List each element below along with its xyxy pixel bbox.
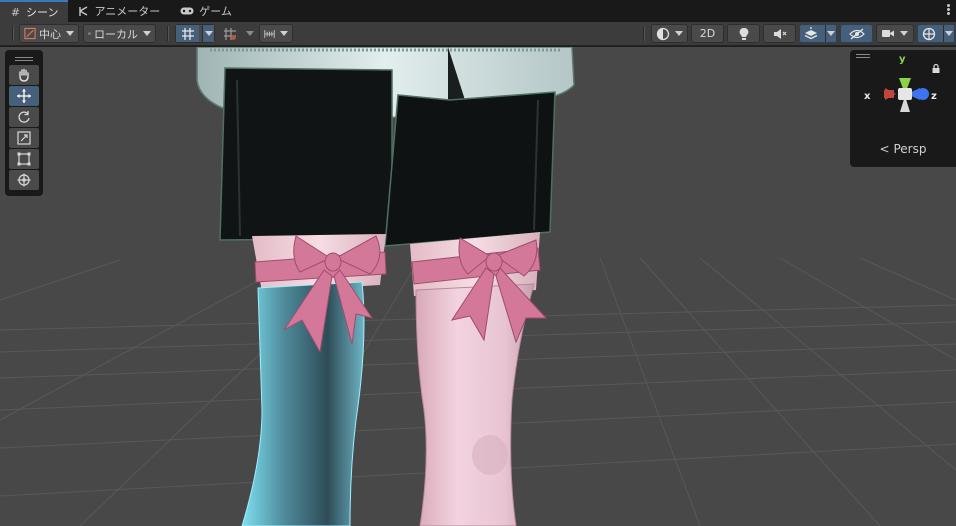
chevron-down-icon <box>675 31 683 36</box>
move-tool-button[interactable] <box>9 86 39 106</box>
toolbar-grip <box>167 26 169 41</box>
editor-tab-bar: # シーン アニメーター ゲーム <box>0 0 956 22</box>
grid-options-dropdown[interactable] <box>202 25 214 42</box>
axis-x-label: x <box>864 91 871 102</box>
scene-viewport[interactable]: y x z < Persp <box>0 47 956 526</box>
chevron-down-icon <box>143 31 151 36</box>
chevron-down-icon <box>945 31 953 36</box>
rect-transform-icon <box>17 152 31 166</box>
animator-icon <box>79 5 88 16</box>
speaker-muted-icon <box>773 28 786 39</box>
effects-dropdown[interactable] <box>825 25 836 42</box>
snap-increment-icon <box>224 27 236 40</box>
move-arrows-icon <box>17 89 31 103</box>
increment-snap-dropdown[interactable] <box>244 25 255 42</box>
shaded-sphere-icon <box>656 27 670 40</box>
tab-scene-label: シーン <box>26 6 59 19</box>
palette-handle[interactable] <box>9 54 39 64</box>
rotate-tool-button[interactable] <box>9 107 39 127</box>
tab-game-label: ゲーム <box>199 5 232 18</box>
effects-button[interactable] <box>799 24 837 43</box>
grid-toggle[interactable] <box>176 25 200 42</box>
transform-tool-button[interactable] <box>9 170 39 190</box>
perspective-icon: < <box>879 142 890 156</box>
gizmos-toggle[interactable] <box>918 25 940 42</box>
projection-toggle[interactable]: < Persp <box>850 142 956 156</box>
layers-effects-icon <box>804 27 818 40</box>
scale-tool-button[interactable] <box>9 128 39 148</box>
audio-toggle-button[interactable] <box>763 24 796 43</box>
scene-render[interactable] <box>0 47 956 526</box>
camera-icon <box>882 30 894 37</box>
grid-icon: # <box>10 5 21 19</box>
pivot-mode-dropdown[interactable]: 中心 <box>19 24 79 43</box>
tab-animator[interactable]: アニメーター <box>68 0 170 22</box>
axis-gizmo[interactable] <box>870 58 940 128</box>
tab-game[interactable]: ゲーム <box>170 0 242 22</box>
local-cube-icon <box>88 32 91 35</box>
effects-toggle[interactable] <box>800 25 822 42</box>
orientation-gizmo-panel: y x z < Persp <box>850 50 956 167</box>
tab-scene[interactable]: # シーン <box>0 0 69 22</box>
chevron-down-icon <box>66 31 74 36</box>
axis-z-label: z <box>931 91 937 102</box>
pivot-mode-label: 中心 <box>39 27 61 41</box>
grid-snapping-button[interactable] <box>175 24 215 43</box>
lighting-toggle-button[interactable] <box>727 24 760 43</box>
hand-icon <box>19 68 29 82</box>
2d-mode-label: 2D <box>699 27 716 40</box>
toolbar-grip <box>643 26 645 41</box>
increment-snap-toggle[interactable] <box>219 25 241 42</box>
more-options-icon[interactable] <box>944 3 952 17</box>
gizmos-dropdown[interactable] <box>943 25 954 42</box>
gizmo-handle[interactable] <box>856 54 870 58</box>
scene-visibility-button[interactable] <box>840 24 873 43</box>
scale-icon <box>17 131 31 145</box>
grid-snap-icon <box>181 27 194 40</box>
projection-label: Persp <box>893 142 927 156</box>
space-mode-dropdown[interactable]: ローカル <box>83 24 156 43</box>
chevron-down-icon <box>900 31 908 36</box>
2d-mode-button[interactable]: 2D <box>691 24 724 43</box>
hand-tool-button[interactable] <box>9 65 39 85</box>
tool-palette <box>5 50 43 196</box>
ruler-icon <box>264 29 275 38</box>
rect-tool-button[interactable] <box>9 149 39 169</box>
lightbulb-icon <box>739 27 748 40</box>
chevron-down-icon <box>827 31 835 36</box>
right-knee-shade <box>472 435 508 475</box>
chevron-down-icon <box>204 31 213 36</box>
camera-settings-dropdown[interactable] <box>876 24 914 43</box>
toolbar-grip <box>12 26 14 41</box>
eye-hidden-icon <box>848 28 865 39</box>
transform-all-icon <box>17 173 31 187</box>
chevron-down-icon <box>280 31 288 36</box>
scene-toolbar: 中心 ローカル 2D <box>0 22 956 46</box>
gamepad-icon <box>180 7 194 15</box>
gizmo-globe-icon <box>922 27 936 40</box>
increment-snap-button[interactable] <box>218 24 256 43</box>
gizmos-button[interactable] <box>917 24 955 43</box>
rotate-icon <box>18 111 30 123</box>
tab-animator-label: アニメーター <box>94 5 161 18</box>
space-mode-label: ローカル <box>94 27 138 41</box>
ruler-snap-dropdown[interactable] <box>259 24 293 43</box>
pivot-icon <box>24 27 36 40</box>
chevron-down-icon <box>245 31 254 36</box>
axis-y-label: y <box>899 54 906 65</box>
draw-mode-dropdown[interactable] <box>651 24 688 43</box>
